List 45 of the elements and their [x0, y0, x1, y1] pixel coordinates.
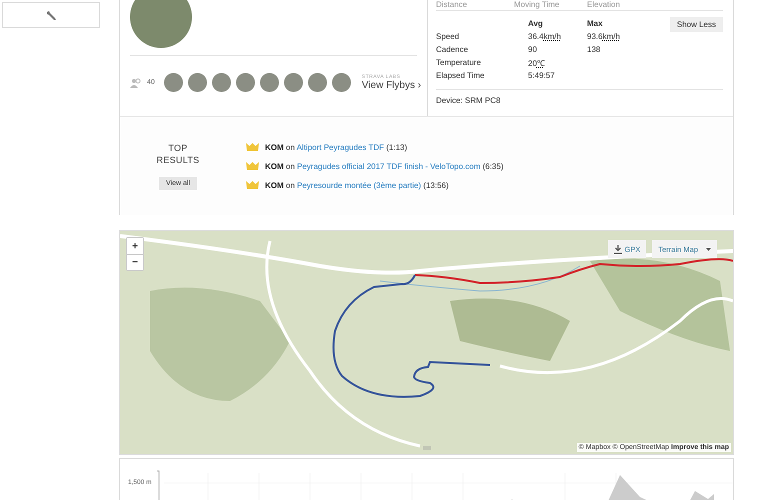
- show-less-button[interactable]: Show Less: [670, 17, 723, 32]
- stat-label: Temperature: [436, 56, 528, 69]
- stat-label: Distance: [436, 0, 468, 10]
- athlete-avatar[interactable]: [130, 0, 192, 48]
- stat-value: 93.6km/h: [587, 31, 620, 43]
- crown-icon: [246, 162, 259, 170]
- stat-label: Moving Time: [514, 0, 560, 10]
- stat-value: 5:49:57: [528, 70, 556, 82]
- athlete-avatar[interactable]: [284, 73, 303, 92]
- result-text: KOM on Peyresourde montée (3ème partie) (13:56): [265, 180, 449, 190]
- terrain-map[interactable]: [120, 231, 733, 454]
- zoom-out-button[interactable]: −: [127, 254, 143, 270]
- stat-label: Elevation: [587, 0, 621, 10]
- segment-link[interactable]: Altiport Peyragudes TDF: [296, 142, 384, 152]
- segment-link[interactable]: Peyresourde montée (3ème partie): [297, 180, 422, 190]
- resize-handle-icon[interactable]: [423, 446, 431, 450]
- athlete-avatar[interactable]: [212, 73, 231, 92]
- athlete-avatar[interactable]: [164, 73, 183, 92]
- athlete-avatar[interactable]: [332, 73, 351, 92]
- section-title: TOP: [168, 142, 188, 154]
- stat-label: Elapsed Time: [436, 69, 528, 82]
- group-icon: [130, 78, 142, 88]
- result-text: KOM on Peyragudes official 2017 TDF finish - VeloTopo.com (6:35): [265, 162, 504, 170]
- download-icon: [614, 244, 622, 254]
- athlete-avatar[interactable]: [260, 73, 279, 92]
- column-header: Max: [587, 18, 604, 30]
- segment-link[interactable]: Peyragudes official 2017 TDF finish - VeloTopo.com: [297, 162, 480, 170]
- athlete-avatar[interactable]: [188, 73, 207, 92]
- section-title: RESULTS: [156, 154, 200, 166]
- stat-value: 90: [528, 44, 538, 56]
- crown-icon: [246, 143, 259, 151]
- stat-label: Speed: [436, 30, 528, 43]
- view-flybys-link[interactable]: View Flybys ›: [362, 80, 422, 91]
- device-label: Device: SRM PC8: [436, 89, 723, 105]
- stat-label: Cadence: [436, 43, 528, 56]
- stat-value: 20℃: [528, 58, 546, 69]
- athlete-avatar[interactable]: [308, 73, 327, 92]
- athlete-avatar[interactable]: [236, 73, 255, 92]
- caret-icon: [706, 248, 711, 250]
- wrench-icon: [46, 10, 56, 20]
- result-text: KOM on Altiport Peyragudes TDF (1:13): [265, 142, 408, 152]
- crown-icon: [246, 181, 259, 189]
- column-header: Avg: [528, 18, 544, 30]
- stat-value: 138: [587, 44, 602, 56]
- stat-value: 36.4km/h: [528, 30, 587, 43]
